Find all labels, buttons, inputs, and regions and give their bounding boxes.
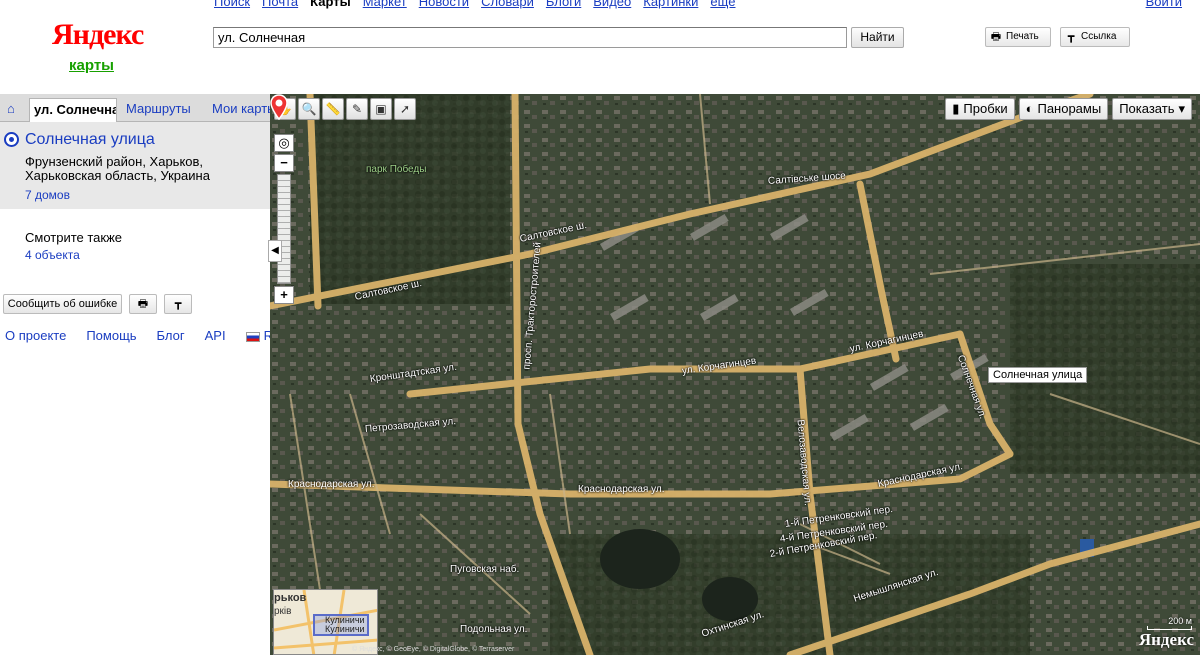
zoom-minus-button[interactable]: − <box>274 154 294 172</box>
road-label-podolnaya: Подольная ул. <box>460 624 528 635</box>
map-controls: ▮ Пробки ◐ Панорамы Показать ▾ <box>945 98 1192 120</box>
zoom-plus-button[interactable]: + <box>274 286 294 304</box>
tab-my-maps[interactable]: Мои карты <box>208 98 270 122</box>
link-icon: ┳ <box>174 298 182 310</box>
link-button[interactable]: ┳ Ссылка <box>1060 27 1130 47</box>
road-label-pugovskaya: Пуговская наб. <box>450 564 520 575</box>
service-mail[interactable]: Почта <box>262 0 298 10</box>
services-nav: Поиск Почта Карты Маркет Новости Словари… <box>214 0 736 10</box>
panorama-icon: ◐ <box>1025 101 1034 116</box>
search-input[interactable] <box>213 27 847 48</box>
sidebar: ⌂ ул. Солнечная Маршруты Мои карты Солне… <box>0 94 273 655</box>
show-label: Показать <box>1119 101 1175 116</box>
link-label: Ссылка <box>1081 31 1117 42</box>
service-dictionaries[interactable]: Словари <box>481 0 534 10</box>
service-news[interactable]: Новости <box>419 0 469 10</box>
minimap-viewport[interactable]: Кулиничи Кулиничи <box>313 614 369 636</box>
panorama-tool-icon[interactable]: ▣ <box>370 98 392 120</box>
logo-text: Яндекс <box>52 18 144 51</box>
see-also-link[interactable]: 4 объекта <box>25 248 80 262</box>
service-maps[interactable]: Карты <box>310 0 351 10</box>
sidebar-tabs: ⌂ ул. Солнечная Маршруты Мои карты <box>0 94 270 122</box>
location-pin-icon[interactable] <box>270 94 288 120</box>
service-market[interactable]: Маркет <box>363 0 407 10</box>
language-switch[interactable]: R <box>245 328 273 343</box>
sidebar-collapse-handle[interactable]: ◀ <box>268 240 282 262</box>
service-images[interactable]: Картинки <box>643 0 698 10</box>
ruler-tool-icon[interactable]: 📏 <box>322 98 344 120</box>
api-link[interactable]: API <box>205 328 226 343</box>
zoom-out-button[interactable]: ◎ <box>274 134 294 152</box>
link-icon: ┳ <box>1067 31 1075 43</box>
minimap-area-label-2: Кулиничи <box>325 624 365 634</box>
service-more[interactable]: ещё <box>710 0 735 10</box>
pointer-tool-icon[interactable]: ➚ <box>394 98 416 120</box>
result-address: Фрунзенский район, Харьков, Харьковская … <box>25 154 210 183</box>
header: Яндекс карты Поиск Почта Карты Маркет Но… <box>0 0 1200 94</box>
search-result[interactable]: Солнечная улица Фрунзенский район, Харьк… <box>0 122 270 209</box>
show-layers-dropdown[interactable]: Показать ▾ <box>1112 98 1192 120</box>
home-icon: ⌂ <box>7 101 15 116</box>
map-toolbar: ✋ 🔍 📏 ✎ ▣ ➚ <box>274 98 416 120</box>
russia-flag-icon <box>245 331 260 342</box>
road-label-krasnodarskaya-2: Краснодарская ул. <box>578 484 665 495</box>
tab-routes[interactable]: Маршруты <box>122 98 197 122</box>
chevron-down-icon: ▾ <box>1178 101 1185 116</box>
tab-search-result[interactable]: ул. Солнечная <box>29 98 117 122</box>
print-button[interactable]: 🖶 Печать <box>985 27 1051 47</box>
traffic-button[interactable]: ▮ Пробки <box>945 98 1015 120</box>
marker-label[interactable]: Солнечная улица <box>988 367 1088 383</box>
minimap-city-label-ua: ркiв <box>274 606 292 617</box>
result-houses-link[interactable]: 7 домов <box>25 188 70 202</box>
service-video[interactable]: Видео <box>593 0 631 10</box>
sidebar-link-button[interactable]: ┳ <box>164 294 192 314</box>
service-blogs[interactable]: Блоги <box>546 0 581 10</box>
traffic-label: Пробки <box>963 101 1008 116</box>
maps-service-link[interactable]: карты <box>69 57 114 74</box>
map-yandex-logo: Яндекс <box>1138 630 1194 649</box>
map-copyright: © Яндекс, © GeoEye, © DigitalGlobe, © Te… <box>352 646 515 653</box>
service-search[interactable]: Поиск <box>214 0 250 10</box>
scale-label: 200 м <box>1168 616 1192 626</box>
result-radio-icon[interactable] <box>4 132 19 147</box>
yandex-logo[interactable]: Яндекс <box>52 18 144 52</box>
printer-icon: 🖶 <box>137 298 149 310</box>
zoom-slider[interactable] <box>277 174 291 284</box>
park-label: парк Победы <box>366 164 427 175</box>
panoramas-label: Панорамы <box>1037 101 1102 116</box>
search-button[interactable]: Найти <box>851 27 904 48</box>
footer-links: О проекте Помощь Блог API R <box>5 328 273 343</box>
result-title[interactable]: Солнечная улица <box>25 131 155 149</box>
printer-icon: 🖶 <box>990 31 1002 43</box>
blog-link[interactable]: Блог <box>157 328 185 343</box>
zoom-control: ◎ − + <box>274 134 294 304</box>
road-label-krasnodarskaya: Краснодарская ул. <box>288 479 375 490</box>
traffic-light-icon: ▮ <box>952 101 960 116</box>
satellite-map[interactable]: Салтовское ш. Салтовское ш. Салтівське ш… <box>270 94 1200 655</box>
panoramas-button[interactable]: ◐ Панорамы <box>1018 98 1109 120</box>
sidebar-print-button[interactable]: 🖶 <box>129 294 157 314</box>
tab-home[interactable]: ⌂ <box>3 98 25 122</box>
see-also-label: Смотрите также <box>25 230 123 245</box>
print-label: Печать <box>1006 31 1039 42</box>
about-link[interactable]: О проекте <box>5 328 66 343</box>
draw-tool-icon[interactable]: ✎ <box>346 98 368 120</box>
help-link[interactable]: Помощь <box>86 328 136 343</box>
zoom-tool-icon[interactable]: 🔍 <box>298 98 320 120</box>
report-error-button[interactable]: Сообщить об ошибке <box>3 294 122 314</box>
minimap-city-label: рьков <box>274 592 307 604</box>
login-link[interactable]: Войти <box>1146 0 1182 9</box>
